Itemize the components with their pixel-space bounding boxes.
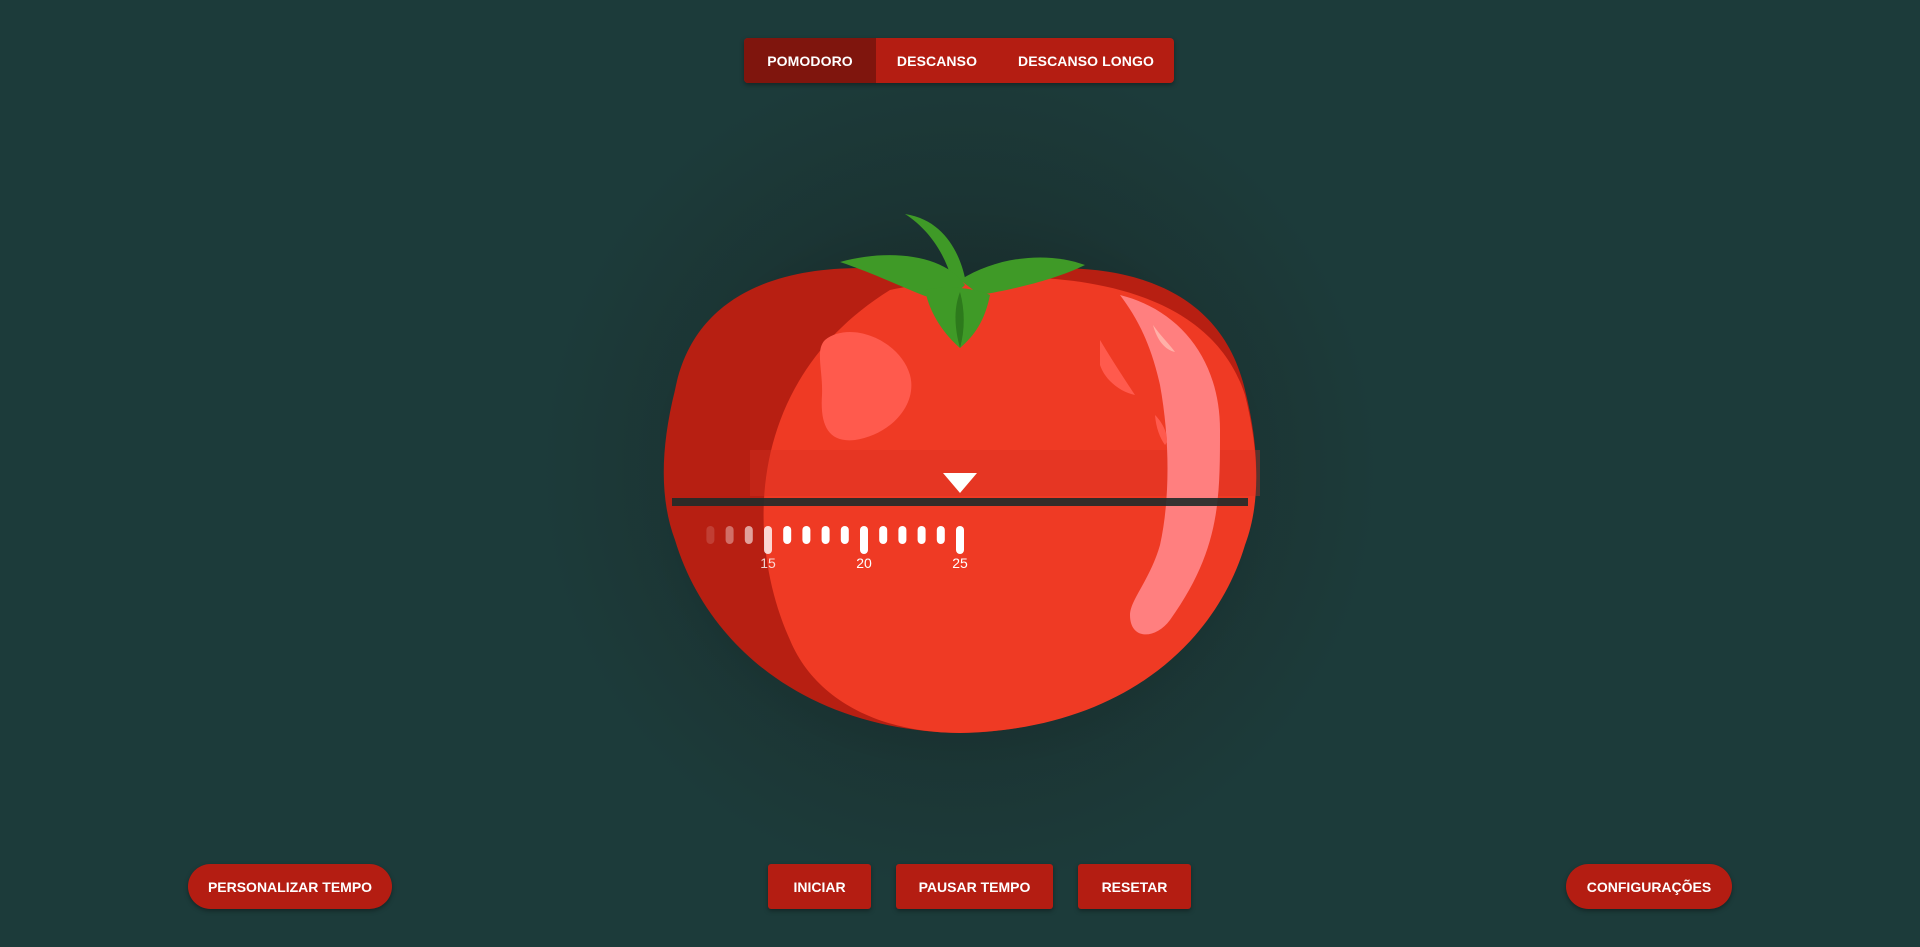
timer-tick [917, 526, 926, 544]
pomodoro-app: POMODORO DESCANSO DESCANSO LONGO 25 20 1… [0, 0, 1920, 947]
timer-tick [725, 526, 734, 544]
resetar-button[interactable]: RESETAR [1078, 864, 1191, 909]
timer-tick [879, 526, 888, 544]
tab-descanso[interactable]: DESCANSO [876, 38, 998, 83]
timer-tick [802, 526, 811, 544]
timer-tick [764, 526, 772, 554]
timer-tick [706, 526, 715, 544]
tomato-timer: 25 20 15 [660, 200, 1260, 760]
timer-belt [672, 498, 1248, 506]
timer-tick [860, 526, 868, 554]
timer-tick-label: 20 [856, 555, 872, 571]
timer-tick [744, 526, 753, 544]
timer-tick [956, 526, 964, 554]
timer-tick [898, 526, 907, 544]
timer-tick-label: 15 [760, 555, 776, 571]
iniciar-button[interactable]: INICIAR [768, 864, 871, 909]
timer-tick [783, 526, 792, 544]
timer-tick-label: 25 [952, 555, 968, 571]
tab-pomodoro[interactable]: POMODORO [744, 38, 876, 83]
timer-tick [840, 526, 849, 544]
tomato-timer-graphic: 25 20 15 [660, 205, 1260, 760]
mode-tabs: POMODORO DESCANSO DESCANSO LONGO [744, 38, 1174, 83]
timer-tick [821, 526, 830, 544]
timer-tick [936, 526, 945, 544]
pausar-tempo-button[interactable]: PAUSAR TEMPO [896, 864, 1053, 909]
configuracoes-button[interactable]: CONFIGURAÇÕES [1566, 864, 1732, 909]
tab-descanso-longo[interactable]: DESCANSO LONGO [998, 38, 1174, 83]
personalizar-tempo-button[interactable]: PERSONALIZAR TEMPO [188, 864, 392, 909]
